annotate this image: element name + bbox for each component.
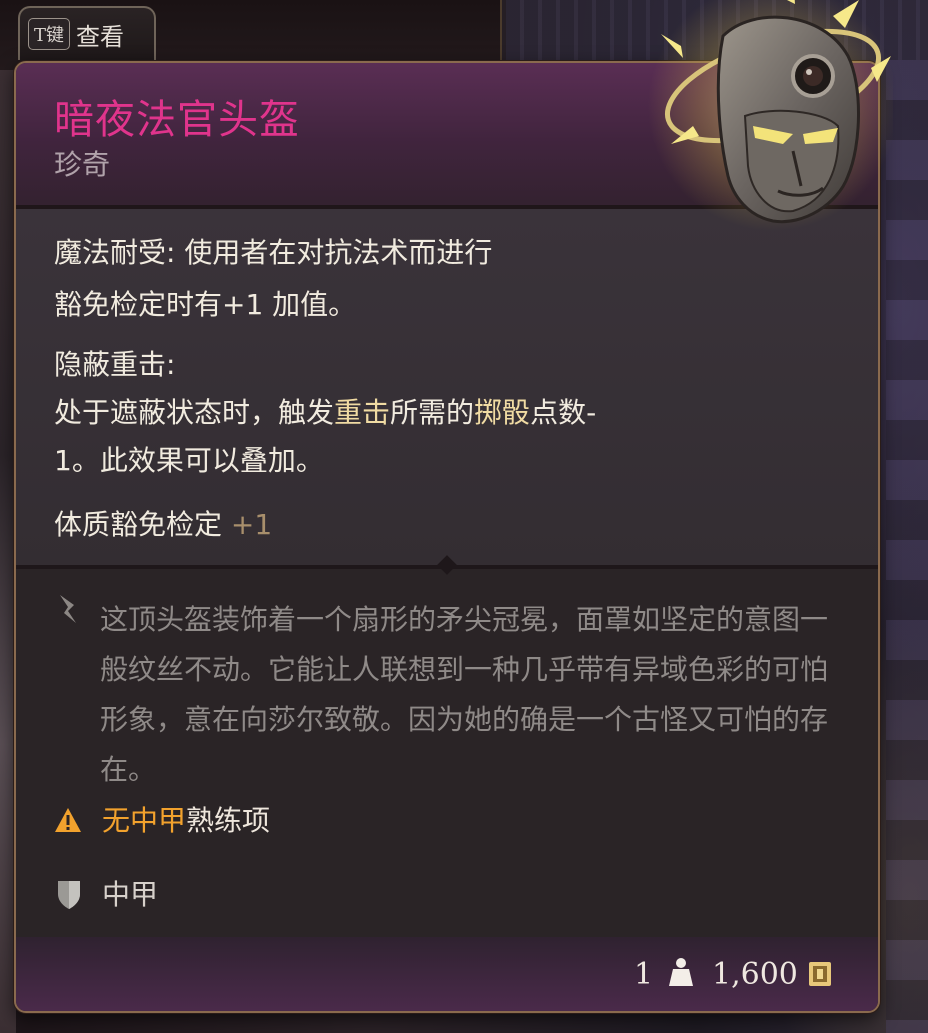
save-bonus-value: +1 [230, 508, 273, 541]
proficiency-warning-rest: 熟练项 [186, 804, 271, 837]
quill-icon [60, 595, 76, 623]
critical-hit-keyword[interactable]: 重击 [334, 396, 390, 429]
hidden-strike-line2: 1。此效果可以叠加。 [54, 444, 324, 477]
hidden-strike-text-post: 点数- [530, 396, 597, 429]
weight-icon [669, 958, 693, 986]
hidden-strike-line1: 处于遮蔽状态时，触发重击所需的掷骰点数- [54, 387, 596, 439]
item-weight: 1 [634, 957, 654, 992]
magic-resistance-line1: 魔法耐受: 使用者在对抗法术而进行 [54, 227, 492, 279]
item-name: 暗夜法官头盔 [54, 97, 300, 143]
helmet-portrait-icon [648, 0, 893, 231]
item-price: 1,600 [712, 957, 798, 992]
hidden-strike-text-mid: 所需的 [390, 396, 475, 429]
hidden-strike-title: 隐蔽重击: [54, 348, 176, 381]
proficiency-warning: 无中甲熟练项 [102, 799, 270, 839]
magic-resistance-text: 使用者在对抗法术而进行 [175, 236, 493, 269]
save-bonus-label: 体质豁免检定 [54, 508, 223, 541]
item-description: 这顶头盔装饰着一个扇形的矛尖冠冕，面罩如坚定的意图一般纹丝不动。它能让人联想到一… [100, 603, 829, 786]
item-rarity: 珍奇 [54, 148, 111, 181]
no-medium-armor-highlight[interactable]: 无中甲 [102, 804, 186, 837]
key-hint-label: 查看 [76, 22, 125, 51]
shield-icon [58, 881, 80, 909]
constitution-save-bonus: 体质豁免检定 +1 [54, 499, 272, 551]
warning-icon [55, 808, 81, 832]
armor-type: 中甲 [102, 878, 159, 911]
hidden-strike-text-pre: 处于遮蔽状态时，触发 [54, 396, 335, 429]
magic-resistance-line2: 豁免检定时有+1 加值。 [54, 288, 357, 321]
inspect-key-hint[interactable]: T键 查看 [18, 6, 156, 60]
gold-coin-icon [809, 962, 831, 986]
dice-roll-keyword[interactable]: 掷骰 [474, 396, 530, 429]
magic-resistance-title: 魔法耐受: [54, 236, 176, 269]
key-cap: T键 [28, 18, 71, 50]
